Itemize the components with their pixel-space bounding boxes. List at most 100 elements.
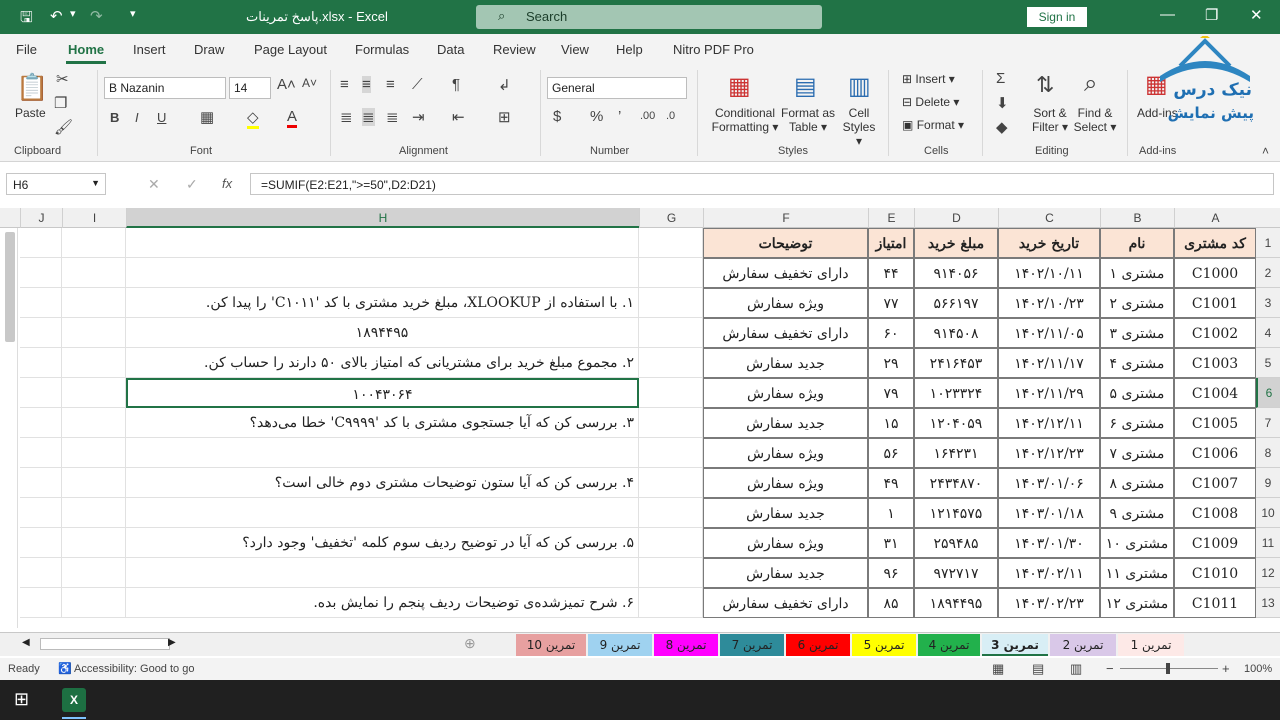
cut-icon[interactable]: ✂ [56, 70, 69, 88]
wrap-text-icon[interactable]: ↲ [498, 76, 511, 94]
row-header-2[interactable]: 2 [1256, 258, 1280, 288]
cell-g11[interactable] [639, 528, 703, 558]
cell-i4[interactable] [62, 318, 126, 348]
format-as-table-icon[interactable]: ▤ [794, 72, 817, 101]
windows-start-icon[interactable]: ⊞ [14, 689, 29, 710]
horizontal-scrollbar[interactable] [40, 638, 170, 650]
cell-e4[interactable]: ۶۰ [868, 318, 914, 348]
cell-d9[interactable]: ۲۴۳۴۸۷۰ [914, 468, 998, 498]
cell-j8[interactable] [20, 438, 62, 468]
cell-b12[interactable]: مشتری ۱۱ [1100, 558, 1174, 588]
cell-d11[interactable]: ۲۵۹۴۸۵ [914, 528, 998, 558]
cell-j7[interactable] [20, 408, 62, 438]
font-color-icon[interactable]: A [287, 108, 298, 128]
cell-b10[interactable]: مشتری ۹ [1100, 498, 1174, 528]
align-top-icon[interactable]: ≡ [340, 76, 349, 93]
cell-g8[interactable] [639, 438, 703, 468]
zoom-in-icon[interactable]: + [1222, 661, 1230, 676]
cell-j9[interactable] [20, 468, 62, 498]
fill-color-icon[interactable]: ◇ [247, 108, 259, 129]
cell-h7[interactable]: ۳. بررسی کن که آیا جستجوی مشتری با کد 'C… [126, 408, 639, 438]
cell-i11[interactable] [62, 528, 126, 558]
cell-j11[interactable] [20, 528, 62, 558]
cell-f5[interactable]: جدید سفارش [703, 348, 868, 378]
cell-f4[interactable]: دارای تخفیف سفارش [703, 318, 868, 348]
row-header-5[interactable]: 5 [1256, 348, 1280, 378]
cell-styles-button[interactable]: Cell Styles ▾ [838, 106, 880, 148]
cell-a5[interactable]: C1003 [1174, 348, 1256, 378]
cell-e10[interactable]: ۱ [868, 498, 914, 528]
row-header-8[interactable]: 8 [1256, 438, 1280, 468]
cell-i5[interactable] [62, 348, 126, 378]
cell-f13[interactable]: دارای تخفیف سفارش [703, 588, 868, 618]
paste-button[interactable]: Paste [15, 106, 46, 120]
cell-styles-icon[interactable]: ▥ [848, 72, 871, 101]
cell-a4[interactable]: C1002 [1174, 318, 1256, 348]
cell-d12[interactable]: ۹۷۲۷۱۷ [914, 558, 998, 588]
zoom-slider-thumb[interactable] [1166, 663, 1170, 674]
outdent-icon[interactable]: ⇤ [452, 108, 465, 126]
cell-h11[interactable]: ۵. بررسی کن که آیا در توضیح ردیف سوم کلم… [126, 528, 639, 558]
name-box-dropdown-icon[interactable]: ▼ [91, 178, 100, 188]
find-select-button[interactable]: Find & Select ▾ [1072, 106, 1118, 134]
cell-i13[interactable] [62, 588, 126, 618]
cell-c6[interactable]: ۱۴۰۲/۱۱/۲۹ [998, 378, 1100, 408]
cell-e1[interactable]: امتیاز [868, 228, 914, 258]
tab-insert[interactable]: Insert [133, 42, 166, 57]
cell-a3[interactable]: C1001 [1174, 288, 1256, 318]
tab-formulas[interactable]: Formulas [355, 42, 409, 57]
cell-g12[interactable] [639, 558, 703, 588]
format-as-table-button[interactable]: Format as Table ▾ [780, 106, 836, 134]
scroll-left-icon[interactable]: ◀ [22, 637, 30, 648]
col-header-h[interactable]: H [126, 208, 639, 228]
cell-e7[interactable]: ۱۵ [868, 408, 914, 438]
cell-f6[interactable]: ویژه سفارش [703, 378, 868, 408]
col-header-i[interactable]: I [62, 208, 126, 228]
cell-c3[interactable]: ۱۴۰۲/۱۰/۲۳ [998, 288, 1100, 318]
row-header-1[interactable]: 1 [1256, 228, 1280, 258]
cell-d1[interactable]: مبلغ خرید [914, 228, 998, 258]
cell-e8[interactable]: ۵۶ [868, 438, 914, 468]
scroll-right-icon[interactable]: ▶ [168, 637, 176, 648]
col-header-j[interactable]: J [20, 208, 62, 228]
cell-h6[interactable]: ۱۰۰۴۳۰۶۴ [126, 378, 639, 408]
indent-icon[interactable]: ⇥ [412, 108, 425, 126]
cell-f2[interactable]: دارای تخفیف سفارش [703, 258, 868, 288]
zoom-out-icon[interactable]: − [1106, 661, 1114, 676]
row-header-12[interactable]: 12 [1256, 558, 1280, 588]
cell-e5[interactable]: ۲۹ [868, 348, 914, 378]
cell-j12[interactable] [20, 558, 62, 588]
cell-b8[interactable]: مشتری ۷ [1100, 438, 1174, 468]
sheet-tab-6[interactable]: تمرین 6 [786, 634, 850, 656]
col-header-c[interactable]: C [998, 208, 1100, 228]
col-header-f[interactable]: F [703, 208, 868, 228]
col-header-g[interactable]: G [639, 208, 703, 228]
cell-i8[interactable] [62, 438, 126, 468]
cell-j10[interactable] [20, 498, 62, 528]
row-header-6[interactable]: 6 [1256, 378, 1280, 408]
cell-i7[interactable] [62, 408, 126, 438]
undo-dropdown-icon[interactable]: ▾ [70, 7, 76, 20]
cell-g4[interactable] [639, 318, 703, 348]
sheet-tab-4[interactable]: تمرین 4 [918, 634, 980, 656]
minimize-icon[interactable]: — [1160, 6, 1175, 23]
orientation-icon[interactable]: ⟋ [412, 76, 423, 93]
cell-d6[interactable]: ۱۰۲۳۳۲۴ [914, 378, 998, 408]
cell-b7[interactable]: مشتری ۶ [1100, 408, 1174, 438]
tab-page-layout[interactable]: Page Layout [254, 42, 327, 57]
underline-icon[interactable]: U [157, 110, 166, 125]
copy-icon[interactable]: ❐ [54, 94, 67, 112]
format-cells-button[interactable]: ▣ Format ▾ [902, 118, 964, 132]
number-format-select[interactable]: General [547, 77, 687, 99]
cell-d13[interactable]: ۱۸۹۴۴۹۵ [914, 588, 998, 618]
col-header-d[interactable]: D [914, 208, 998, 228]
cell-c11[interactable]: ۱۴۰۳/۰۱/۳۰ [998, 528, 1100, 558]
cell-b6[interactable]: مشتری ۵ [1100, 378, 1174, 408]
increase-font-icon[interactable]: A˄ [277, 76, 296, 93]
cell-b5[interactable]: مشتری ۴ [1100, 348, 1174, 378]
sheet-tab-7[interactable]: تمرین 7 [720, 634, 784, 656]
tab-nitro-pdf[interactable]: Nitro PDF Pro [673, 42, 754, 57]
cell-d8[interactable]: ۱۶۴۲۳۱ [914, 438, 998, 468]
col-header-e[interactable]: E [868, 208, 914, 228]
tab-draw[interactable]: Draw [194, 42, 224, 57]
